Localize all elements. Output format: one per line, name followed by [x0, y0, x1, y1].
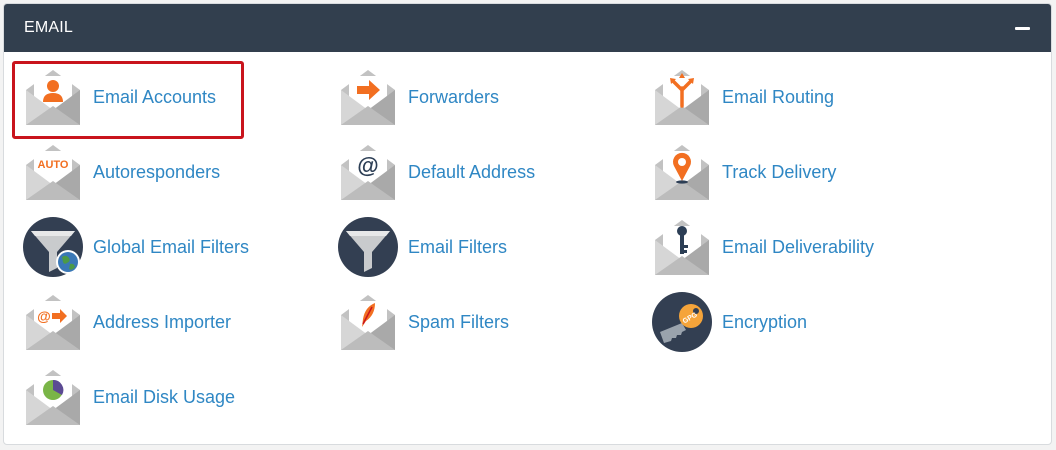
item-label: Track Delivery	[722, 161, 837, 182]
routing-fork-icon	[651, 66, 713, 128]
svg-text:AUTO: AUTO	[38, 159, 69, 171]
item-label: Default Address	[408, 161, 536, 182]
item-email-accounts[interactable]: Email Accounts	[22, 64, 317, 130]
item-address-importer[interactable]: @ Address Importer	[22, 289, 317, 355]
item-default-address[interactable]: @ Default Address	[337, 139, 632, 205]
minus-icon[interactable]	[1013, 19, 1031, 37]
auto-badge-icon: AUTO	[22, 141, 84, 203]
item-forwarders[interactable]: Forwarders	[337, 64, 632, 130]
item-autoresponders[interactable]: AUTO Autoresponders	[22, 139, 317, 205]
location-pin-icon	[651, 141, 713, 203]
item-label: Address Importer	[93, 311, 232, 332]
item-global-email-filters[interactable]: Global Email Filters	[22, 214, 317, 280]
item-label: Email Accounts	[93, 86, 217, 107]
item-label: Email Deliverability	[722, 236, 875, 257]
section-title: EMAIL	[24, 19, 74, 36]
email-panel: EMAIL Email Accounts Forwarders Email Ro…	[3, 3, 1052, 445]
item-label: Spam Filters	[408, 311, 510, 332]
forward-arrow-icon	[337, 66, 399, 128]
svg-text:@: @	[357, 153, 378, 178]
item-email-deliverability[interactable]: Email Deliverability	[651, 214, 946, 280]
item-track-delivery[interactable]: Track Delivery	[651, 139, 946, 205]
quill-icon	[337, 291, 399, 353]
at-arrow-icon: @	[22, 291, 84, 353]
item-label: Email Disk Usage	[93, 386, 236, 407]
pie-chart-icon	[22, 366, 84, 428]
item-label: Encryption	[722, 311, 808, 332]
item-label: Email Filters	[408, 236, 508, 257]
email-section-header[interactable]: EMAIL	[4, 4, 1051, 52]
item-encryption[interactable]: GPG Encryption	[651, 289, 946, 355]
funnel-globe-icon	[22, 216, 84, 278]
gpg-key-icon: GPG	[651, 291, 713, 353]
item-email-routing[interactable]: Email Routing	[651, 64, 946, 130]
item-label: Autoresponders	[93, 161, 221, 182]
item-label: Global Email Filters	[93, 236, 250, 257]
item-email-disk-usage[interactable]: Email Disk Usage	[22, 364, 317, 430]
item-email-filters[interactable]: Email Filters	[337, 214, 632, 280]
item-label: Email Routing	[722, 86, 835, 107]
key-icon	[651, 216, 713, 278]
item-spam-filters[interactable]: Spam Filters	[337, 289, 632, 355]
email-account-icon	[22, 66, 84, 128]
funnel-icon	[337, 216, 399, 278]
at-sign-icon: @	[337, 141, 399, 203]
item-label: Forwarders	[408, 86, 500, 107]
svg-text:@: @	[37, 308, 51, 324]
